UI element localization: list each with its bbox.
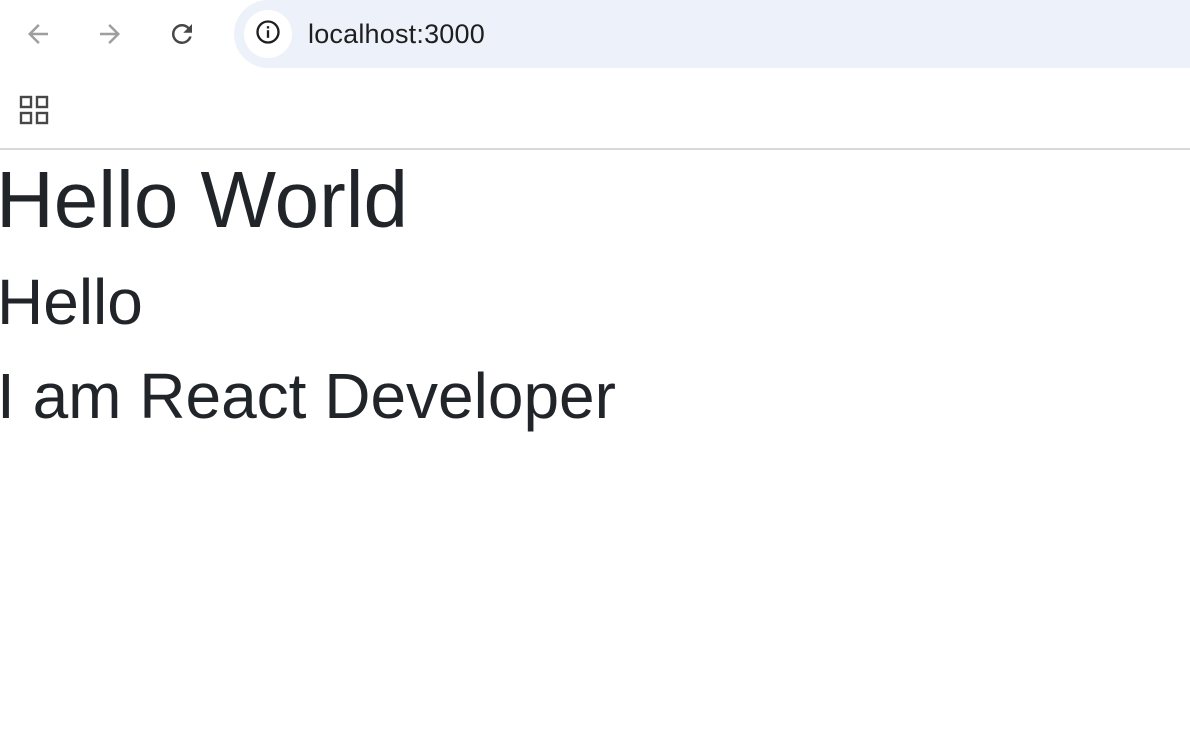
- reload-icon: [167, 19, 197, 49]
- forward-button[interactable]: [90, 14, 130, 54]
- arrow-right-icon: [95, 19, 125, 49]
- apps-button[interactable]: [14, 92, 54, 132]
- page-heading: Hello World: [0, 155, 408, 244]
- url-text[interactable]: localhost:3000: [308, 0, 485, 68]
- arrow-left-icon: [23, 19, 53, 49]
- address-bar[interactable]: localhost:3000: [234, 0, 1190, 68]
- page-subheading: Hello: [0, 266, 143, 338]
- site-info-button[interactable]: [244, 10, 292, 58]
- bookmarks-bar: [0, 68, 1190, 150]
- page-tagline: I am React Developer: [0, 360, 616, 432]
- info-icon: [254, 18, 282, 51]
- browser-toolbar: localhost:3000: [0, 0, 1190, 68]
- back-button[interactable]: [18, 14, 58, 54]
- reload-button[interactable]: [162, 14, 202, 54]
- apps-grid-icon: [19, 95, 49, 130]
